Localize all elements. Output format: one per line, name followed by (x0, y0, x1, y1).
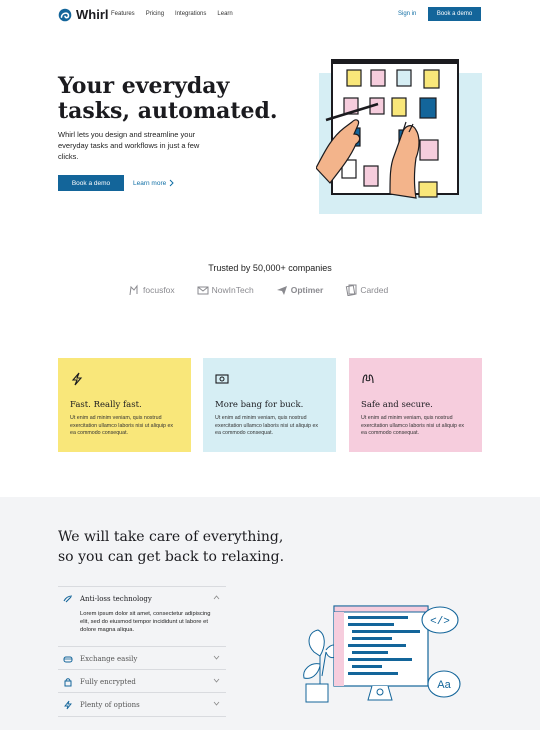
hero-subtitle: Whirl lets you design and streamline you… (58, 130, 200, 161)
logo-optimer-text: Optimer (290, 285, 324, 295)
logo-nowintech-text: NowInTech (211, 285, 254, 295)
logo-focusfox: focusfox (128, 284, 175, 296)
chevron-down-icon (213, 678, 220, 683)
paper-plane-icon (276, 286, 287, 295)
feature-text: Ut enim ad minim veniam, quis nostrud ex… (70, 415, 174, 436)
trusted-heading: Trusted by 50,000+ companies (208, 263, 332, 273)
chevron-down-icon (213, 655, 220, 660)
feature-title: More bang for buck. (215, 400, 304, 410)
feature-text: Ut enim ad minim veniam, quis nostrud ex… (361, 415, 465, 436)
top-nav: Whirl Features Pricing Integrations Lear… (0, 0, 540, 30)
learn-more-link[interactable]: Learn more (133, 179, 174, 187)
accordion-label: Exchange easily (80, 654, 138, 663)
chevron-down-icon (213, 701, 220, 706)
anti-loss-icon (63, 594, 73, 602)
logo-nowintech: NowInTech (197, 284, 254, 296)
nav-link-learn[interactable]: Learn (217, 11, 232, 17)
hero-illustration (316, 59, 482, 214)
accordion-header[interactable]: Plenty of options (58, 693, 226, 716)
envelope-icon (197, 286, 209, 295)
care-title-line-1: We will take care of everything, (58, 529, 284, 545)
chevron-up-icon (213, 595, 220, 600)
lightning-icon (64, 700, 72, 709)
workspace-illustration: </> Aa (303, 605, 461, 703)
nav-link-features[interactable]: Features (111, 11, 135, 17)
feature-card-value: More bang for buck. Ut enim ad minim ven… (203, 358, 336, 452)
logo-carded-text: Carded (360, 285, 389, 295)
sign-in-link[interactable]: Sign in (398, 11, 416, 17)
accordion-header[interactable]: Fully encrypted (58, 670, 226, 693)
brand-logo[interactable]: Whirl (58, 7, 109, 22)
care-title: We will take care of everything, so you … (58, 527, 318, 567)
hero-title: Your everyday tasks, automated. (58, 73, 278, 124)
money-icon (215, 374, 229, 384)
font-bubble-text: Aa (437, 679, 451, 691)
chevron-right-icon (169, 179, 174, 187)
cards-icon (346, 284, 357, 296)
accordion-label: Anti-loss technology (80, 594, 152, 603)
hands-icon (362, 374, 374, 384)
brand-name: Whirl (76, 7, 109, 22)
fox-icon (129, 284, 138, 296)
feature-card-secure: Safe and secure. Ut enim ad minim veniam… (349, 358, 482, 452)
accordion-item-anti-loss[interactable]: Anti-loss technology Lorem ipsum dolor s… (58, 586, 226, 641)
feature-title: Fast. Really fast. (70, 400, 142, 410)
hero-book-demo-button[interactable]: Book a demo (58, 175, 124, 191)
feature-text: Ut enim ad minim veniam, quis nostrud ex… (215, 415, 319, 436)
exchange-icon (63, 656, 73, 662)
accordion-label: Plenty of options (80, 700, 140, 709)
accordion-header[interactable]: Anti-loss technology (58, 587, 226, 610)
lock-icon (64, 677, 72, 686)
accordion-item-exchange[interactable]: Exchange easily (58, 646, 226, 670)
accordion-header[interactable]: Exchange easily (58, 647, 226, 670)
accordion-item-options[interactable]: Plenty of options (58, 692, 226, 717)
logo-optimer: Optimer (276, 284, 324, 296)
accordion-body: Lorem ipsum dolor sit amet, consectetur … (80, 611, 211, 633)
nav-book-demo-button[interactable]: Book a demo (428, 7, 481, 21)
accordion-label: Fully encrypted (80, 677, 136, 686)
whirl-logo-icon (58, 8, 72, 21)
learn-more-label: Learn more (133, 179, 167, 187)
logo-carded: Carded (345, 284, 388, 296)
logo-focusfox-text: focusfox (143, 285, 175, 295)
partner-logos: focusfox NowInTech Optimer Carded (128, 284, 388, 296)
nav-links: Features Pricing Integrations Learn (111, 11, 233, 17)
feature-card-fast: Fast. Really fast. Ut enim ad minim veni… (58, 358, 191, 452)
care-title-line-2: so you can get back to relaxing. (58, 549, 285, 565)
nav-link-pricing[interactable]: Pricing (146, 11, 164, 17)
feature-title: Safe and secure. (361, 400, 433, 410)
accordion-item-encrypted[interactable]: Fully encrypted (58, 669, 226, 693)
nav-link-integrations[interactable]: Integrations (175, 11, 206, 17)
lightning-icon (71, 372, 83, 386)
code-bubble-text: </> (430, 616, 450, 628)
